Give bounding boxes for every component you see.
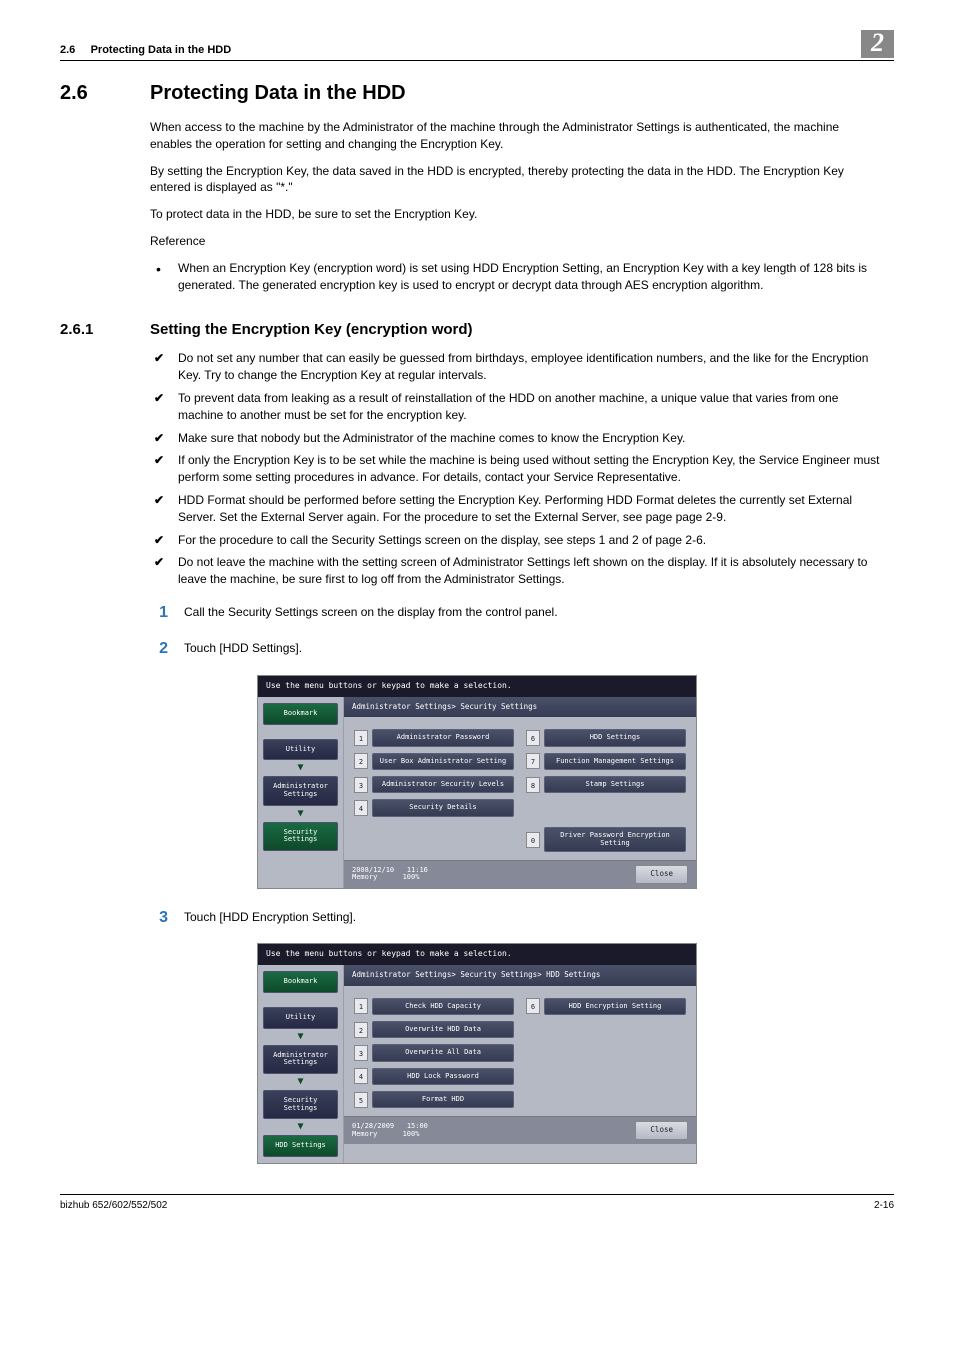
step-number: 1 [150, 602, 168, 624]
menu-hdd-settings[interactable]: 6HDD Settings [526, 729, 686, 746]
page-header: 2.6 Protecting Data in the HDD 2 [60, 30, 894, 61]
footer-memory-label: Memory [352, 1130, 377, 1138]
subsection-title: Setting the Encryption Key (encryption w… [150, 319, 473, 340]
header-sec-num: 2.6 [60, 44, 75, 56]
chevron-down-icon: ▼ [263, 810, 338, 818]
subsection-body: Do not set any number that can easily be… [150, 350, 884, 660]
reference-label: Reference [150, 233, 884, 250]
menu-admin-security-levels[interactable]: 3Administrator Security Levels [354, 776, 514, 793]
menu-overwrite-hdd-data[interactable]: 2Overwrite HDD Data [354, 1021, 514, 1038]
menu-stamp-settings[interactable]: 8Stamp Settings [526, 776, 686, 793]
breadcrumb: Administrator Settings> Security Setting… [344, 965, 696, 986]
menu-user-box-admin[interactable]: 2User Box Administrator Setting [354, 753, 514, 770]
section-title: Protecting Data in the HDD [150, 79, 406, 107]
panel-footer: 01/28/2009 15:00 Memory 100% Close [344, 1116, 696, 1144]
reference-item: When an Encryption Key (encryption word)… [150, 260, 884, 294]
menu-overwrite-all-data[interactable]: 3Overwrite All Data [354, 1044, 514, 1061]
security-settings-panel: Use the menu buttons or keypad to make a… [257, 675, 697, 889]
sidebar-item-hdd-settings[interactable]: HDD Settings [263, 1135, 338, 1157]
step-text: Touch [HDD Encryption Setting]. [184, 907, 884, 929]
step-2: 2 Touch [HDD Settings]. [150, 638, 884, 660]
page-footer: bizhub 652/602/552/502 2-16 [60, 1194, 894, 1213]
menu-admin-password[interactable]: 1Administrator Password [354, 729, 514, 746]
chapter-badge: 2 [861, 30, 894, 58]
section-p3: To protect data in the HDD, be sure to s… [150, 206, 884, 223]
bookmark-button[interactable]: Bookmark [263, 703, 338, 725]
close-button[interactable]: Close [635, 1121, 688, 1140]
menu-driver-password-encryption[interactable]: 0Driver Password Encryption Setting [526, 827, 686, 852]
step-text: Call the Security Settings screen on the… [184, 602, 884, 624]
sidebar-item-security-settings[interactable]: Security Settings [263, 822, 338, 851]
check-item: Do not leave the machine with the settin… [150, 554, 884, 588]
check-item: Do not set any number that can easily be… [150, 350, 884, 384]
panel-main: Administrator Settings> Security Setting… [344, 965, 696, 1163]
menu-format-hdd[interactable]: 5Format HDD [354, 1091, 514, 1108]
footer-memory-label: Memory [352, 873, 377, 881]
close-button[interactable]: Close [635, 865, 688, 884]
panel-hint: Use the menu buttons or keypad to make a… [258, 676, 696, 697]
sidebar-item-utility[interactable]: Utility [263, 1007, 338, 1029]
footer-memory: 100% [403, 1130, 420, 1138]
check-item: To prevent data from leaking as a result… [150, 390, 884, 424]
step-3: 3 Touch [HDD Encryption Setting]. [150, 907, 884, 929]
panel-main: Administrator Settings> Security Setting… [344, 697, 696, 888]
section-p1: When access to the machine by the Admini… [150, 119, 884, 153]
breadcrumb: Administrator Settings> Security Setting… [344, 697, 696, 718]
hdd-settings-panel: Use the menu buttons or keypad to make a… [257, 943, 697, 1164]
step-1: 1 Call the Security Settings screen on t… [150, 602, 884, 624]
menu-check-hdd-capacity[interactable]: 1Check HDD Capacity [354, 998, 514, 1015]
chevron-down-icon: ▼ [263, 1078, 338, 1086]
header-sec-label: Protecting Data in the HDD [91, 44, 232, 56]
section-number: 2.6 [60, 79, 120, 107]
section-body: When access to the machine by the Admini… [150, 119, 884, 293]
chevron-down-icon: ▼ [263, 764, 338, 772]
step-number: 2 [150, 638, 168, 660]
check-item: HDD Format should be performed before se… [150, 492, 884, 526]
sidebar-item-admin-settings[interactable]: Administrator Settings [263, 1045, 338, 1074]
step-number: 3 [150, 907, 168, 929]
step-text: Touch [HDD Settings]. [184, 638, 884, 660]
section-p2: By setting the Encryption Key, the data … [150, 163, 884, 197]
check-item: If only the Encryption Key is to be set … [150, 452, 884, 486]
check-item: Make sure that nobody but the Administra… [150, 430, 884, 447]
menu-security-details[interactable]: 4Security Details [354, 799, 514, 816]
panel-footer: 2008/12/10 11:16 Memory 100% Close [344, 860, 696, 888]
sidebar-item-admin-settings[interactable]: Administrator Settings [263, 776, 338, 805]
panel-sidebar: Bookmark Utility ▼ Administrator Setting… [258, 697, 344, 888]
subsection-heading: 2.6.1 Setting the Encryption Key (encryp… [60, 319, 894, 340]
menu-hdd-encryption-setting[interactable]: 6HDD Encryption Setting [526, 998, 686, 1015]
check-item: For the procedure to call the Security S… [150, 532, 884, 549]
subsection-number: 2.6.1 [60, 319, 120, 340]
section-heading: 2.6 Protecting Data in the HDD [60, 79, 894, 107]
chevron-down-icon: ▼ [263, 1033, 338, 1041]
screenshot-1: Use the menu buttons or keypad to make a… [60, 675, 894, 889]
menu-function-management[interactable]: 7Function Management Settings [526, 753, 686, 770]
footer-page-number: 2-16 [874, 1199, 894, 1213]
footer-model: bizhub 652/602/552/502 [60, 1199, 167, 1213]
reference-list: When an Encryption Key (encryption word)… [150, 260, 884, 294]
check-list: Do not set any number that can easily be… [150, 350, 884, 588]
header-section-ref: 2.6 Protecting Data in the HDD [60, 43, 231, 58]
bookmark-button[interactable]: Bookmark [263, 971, 338, 993]
footer-memory: 100% [403, 873, 420, 881]
screenshot-2: Use the menu buttons or keypad to make a… [60, 943, 894, 1164]
panel-sidebar: Bookmark Utility ▼ Administrator Setting… [258, 965, 344, 1163]
panel-hint: Use the menu buttons or keypad to make a… [258, 944, 696, 965]
chevron-down-icon: ▼ [263, 1123, 338, 1131]
menu-hdd-lock-password[interactable]: 4HDD Lock Password [354, 1068, 514, 1085]
sidebar-item-security-settings[interactable]: Security Settings [263, 1090, 338, 1119]
sidebar-item-utility[interactable]: Utility [263, 739, 338, 761]
